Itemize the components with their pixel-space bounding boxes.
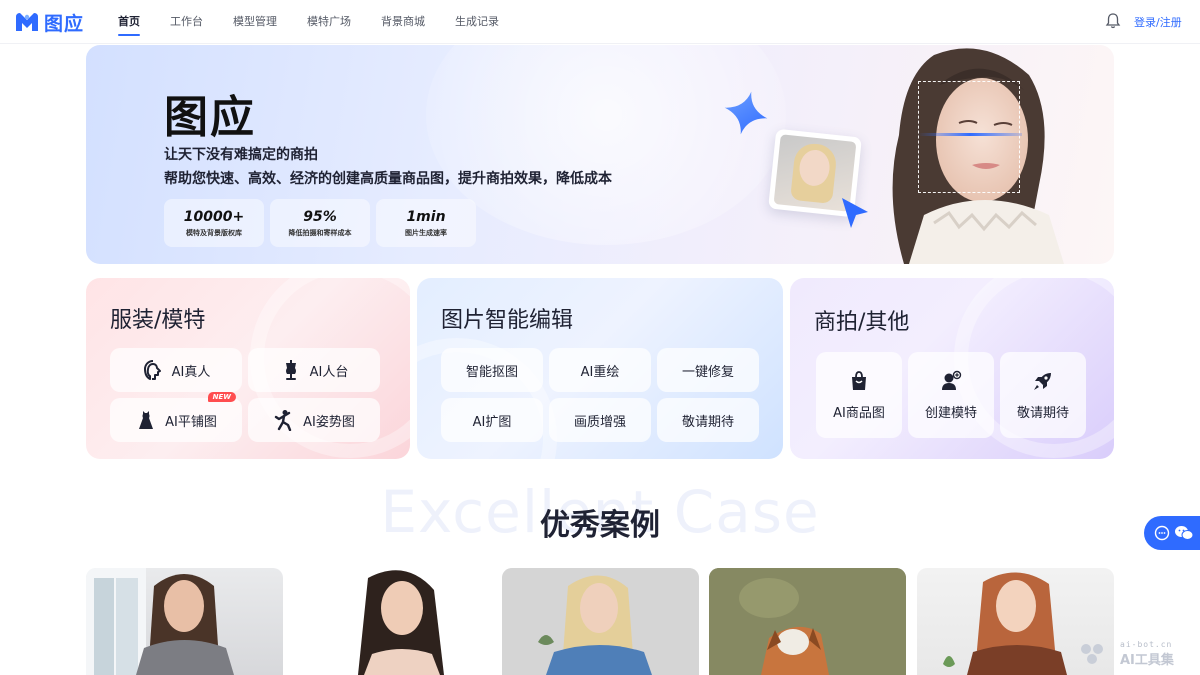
quality-enhance-button[interactable]: 画质增强	[549, 398, 651, 442]
hero-description: 帮助您快速、高效、经济的创建高质量商品图，提升商拍效果，降低成本	[164, 171, 612, 187]
watermark-logo-icon	[1081, 644, 1103, 664]
chip-label: 一键修复	[681, 364, 734, 380]
hero-tagline: 让天下没有难搞定的商拍	[164, 147, 318, 163]
case-photo-3	[502, 568, 699, 675]
chip-label: AI人台	[309, 364, 349, 380]
coming-soon-button[interactable]: 敬请期待	[657, 398, 759, 442]
stat-library: 10000+ 模特及背景版权库	[164, 199, 264, 247]
brand-logo[interactable]: 图应	[14, 10, 85, 35]
face-scan-box	[918, 81, 1020, 193]
logo-mark-icon	[16, 13, 38, 31]
new-badge: NEW	[207, 392, 236, 402]
chip-label: AI重绘	[580, 364, 620, 380]
nav-item-model-management[interactable]: 模型管理	[233, 0, 277, 44]
stat-label: 降低拍摄和寄样成本	[288, 228, 352, 237]
create-model-button[interactable]: 创建模特	[908, 352, 994, 438]
ai-pose-button[interactable]: AI姿势图	[248, 398, 380, 442]
ai-real-person-button[interactable]: AI真人	[110, 348, 242, 392]
add-person-icon	[942, 370, 962, 390]
rocket-icon	[1034, 372, 1051, 390]
model-face-icon	[143, 360, 161, 380]
stat-speed: 1min 图片生成速率	[376, 199, 476, 247]
card-apparel-model: 服装/模特 AI真人 AI人台 AI平铺图 NEW AI姿势图	[86, 278, 410, 459]
wechat-icon	[1175, 526, 1194, 540]
case-photo-4	[709, 568, 906, 675]
hero-title: 图应	[164, 92, 256, 143]
nav-item-model-plaza[interactable]: 模特广场	[307, 0, 351, 44]
ai-repaint-button[interactable]: AI重绘	[549, 348, 651, 392]
coming-soon-tile[interactable]: 敬请期待	[1000, 352, 1086, 438]
smart-cutout-button[interactable]: 智能抠图	[441, 348, 543, 392]
card-image-editing: 图片智能编辑 智能抠图 AI重绘 一键修复 AI扩图 画质增强 敬请期待	[417, 278, 783, 459]
case-photo-2	[358, 570, 444, 675]
nav-item-background-store[interactable]: 背景商城	[381, 0, 425, 44]
chip-label: 智能抠图	[465, 364, 518, 380]
nav-item-generation-history[interactable]: 生成记录	[455, 0, 499, 44]
chip-label: AI平铺图	[165, 414, 217, 430]
ai-expand-button[interactable]: AI扩图	[441, 398, 543, 442]
main-nav: 首页 工作台 模型管理 模特广场 背景商城 生成记录	[118, 0, 499, 44]
hero-stats: 10000+ 模特及背景版权库 95% 降低拍摄和寄样成本 1min 图片生成速…	[164, 199, 476, 247]
floating-contact-button[interactable]	[1144, 516, 1200, 550]
case-photo-1	[86, 568, 234, 675]
shopping-bag-icon	[852, 370, 866, 390]
chip-label: 画质增强	[573, 414, 626, 430]
watermark-url: ai-bot.cn	[1120, 640, 1173, 649]
stat-value: 1min	[406, 208, 446, 225]
stat-value: 10000+	[183, 208, 245, 225]
card-title: 图片智能编辑	[441, 308, 574, 333]
chip-label: AI真人	[171, 364, 211, 380]
one-click-repair-button[interactable]: 一键修复	[657, 348, 759, 392]
pose-icon	[274, 410, 292, 431]
tile-label: AI商品图	[833, 405, 885, 421]
top-navbar: 图应 首页 工作台 模型管理 模特广场 背景商城 生成记录 登录/注册	[0, 0, 1200, 44]
case-image[interactable]	[709, 568, 906, 675]
watermark: ai-bot.cn AI工具集	[1074, 640, 1174, 668]
chip-label: 敬请期待	[681, 414, 734, 430]
chip-label: AI扩图	[472, 414, 512, 430]
ai-flatlay-button[interactable]: AI平铺图 NEW	[110, 392, 242, 442]
sparkle-star-icon	[724, 91, 768, 135]
bell-icon[interactable]	[1104, 12, 1122, 30]
login-register-link[interactable]: 登录/注册	[1134, 14, 1182, 30]
dress-icon	[139, 411, 154, 429]
mannequin-icon	[285, 360, 296, 380]
hero-banner: 图应 让天下没有难搞定的商拍 帮助您快速、高效、经济的创建高质量商品图，提升商拍…	[86, 45, 1114, 264]
case-image[interactable]	[86, 568, 283, 675]
stat-label: 图片生成速率	[405, 228, 447, 237]
watermark-name: AI工具集	[1120, 653, 1174, 668]
chip-label: AI姿势图	[303, 414, 355, 430]
nav-item-workbench[interactable]: 工作台	[170, 0, 203, 44]
case-image[interactable]	[502, 568, 699, 675]
ai-product-image-button[interactable]: AI商品图	[816, 352, 902, 438]
chat-bubble-icon	[1154, 525, 1170, 541]
tile-label: 敬请期待	[1016, 405, 1069, 421]
stat-value: 95%	[303, 208, 337, 225]
section-title: 优秀案例	[540, 508, 660, 543]
card-title: 商拍/其他	[814, 310, 910, 335]
stat-cost-reduction: 95% 降低拍摄和寄样成本	[270, 199, 370, 247]
ai-mannequin-button[interactable]: AI人台	[248, 348, 380, 392]
tile-label: 创建模特	[924, 405, 977, 421]
stat-label: 模特及背景版权库	[186, 228, 242, 237]
hero-glow-decoration	[426, 45, 786, 245]
case-image[interactable]	[294, 568, 491, 675]
card-title: 服装/模特	[110, 308, 206, 333]
brand-name: 图应	[44, 12, 85, 35]
card-product-shoot: 商拍/其他 AI商品图 创建模特 敬请期待	[790, 278, 1114, 459]
scan-line	[918, 133, 1022, 136]
nav-item-home[interactable]: 首页	[118, 0, 140, 44]
